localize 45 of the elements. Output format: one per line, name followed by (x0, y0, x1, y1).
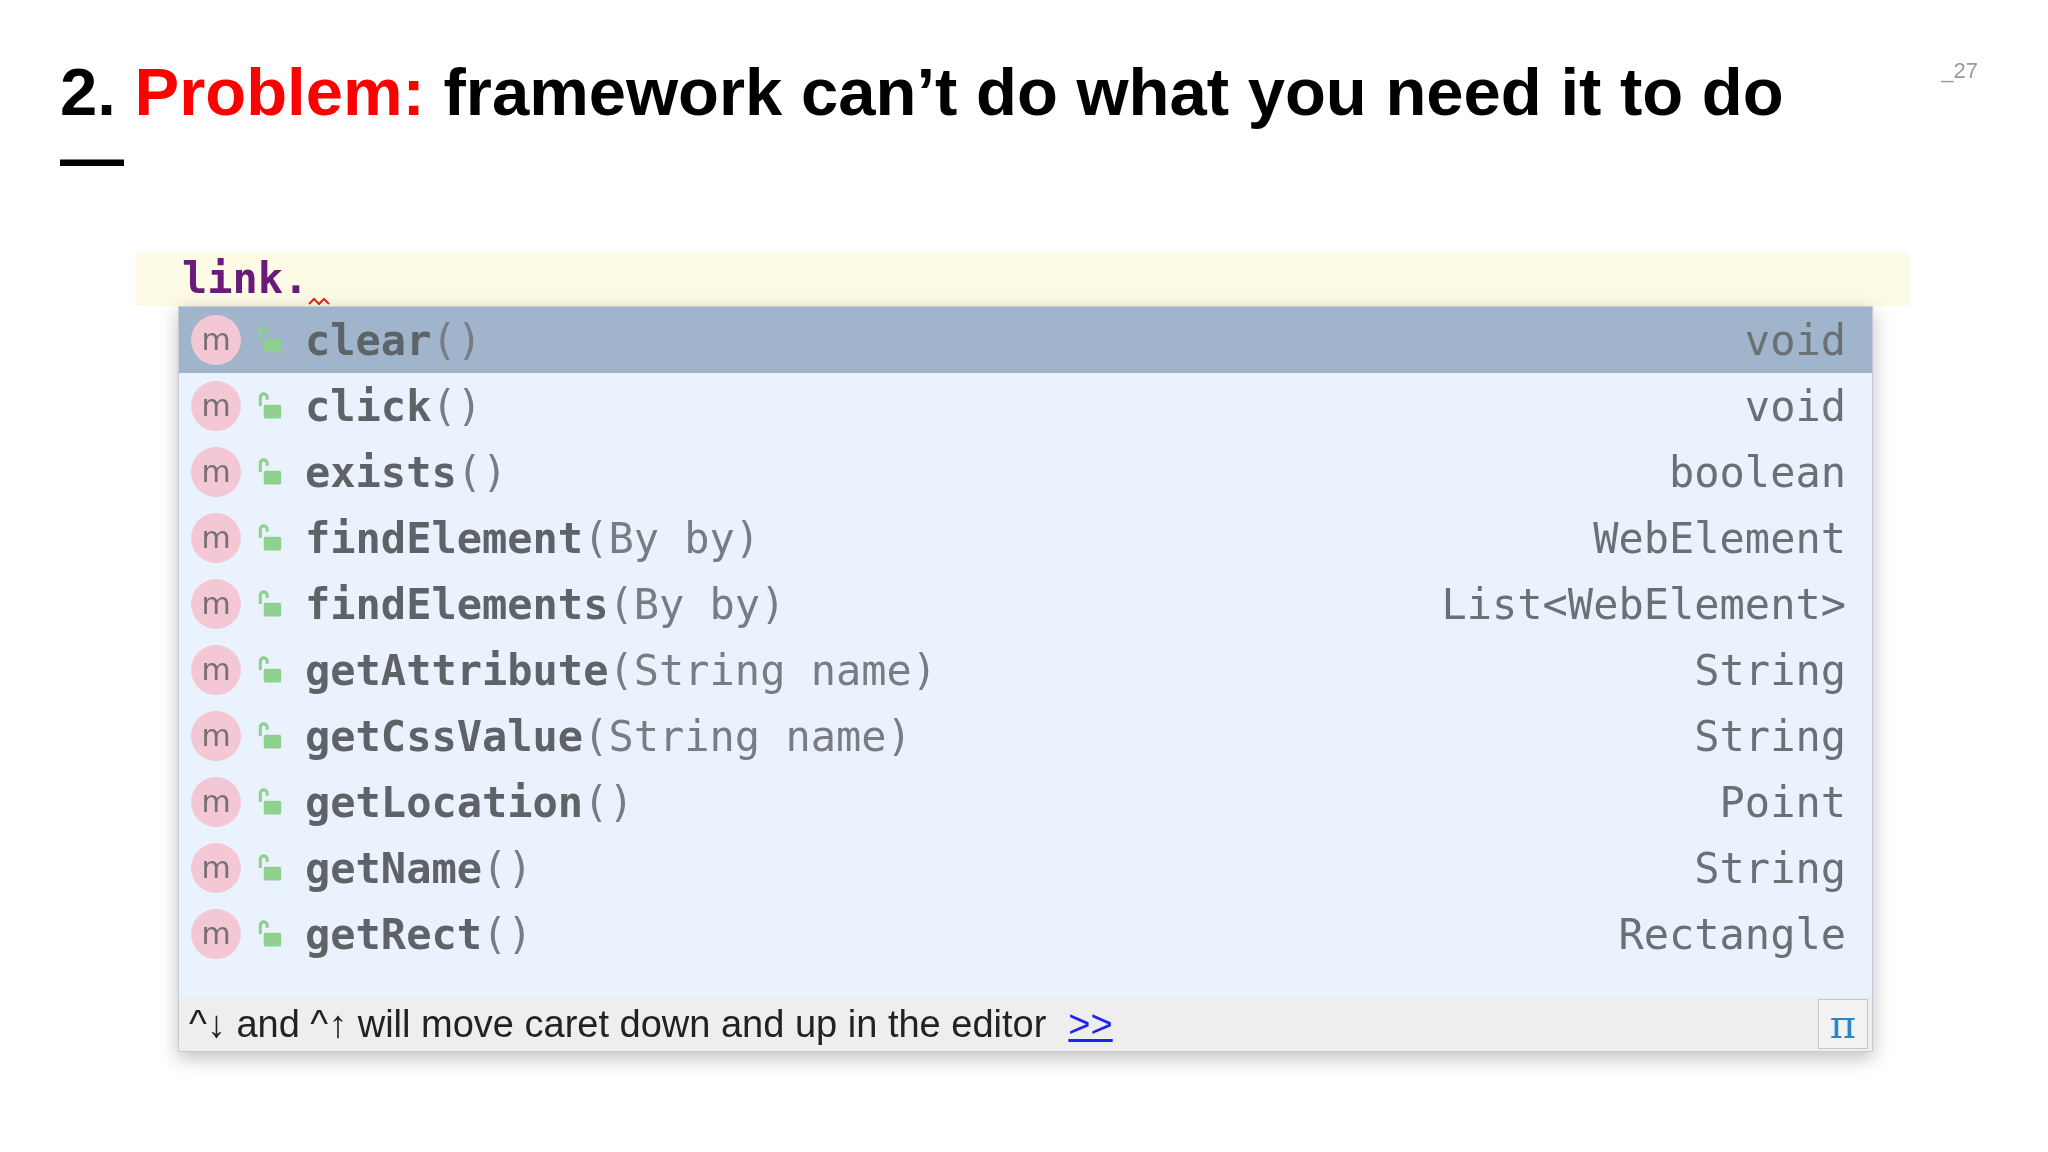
method-icon: m (191, 843, 241, 894)
completion-item[interactable]: m getAttribute(String name) String (179, 637, 1872, 704)
completion-item[interactable]: m findElements(By by) List<WebElement> (179, 571, 1872, 638)
method-signature: clear() (305, 315, 483, 365)
method-signature: getRect() (305, 909, 534, 959)
method-signature: getName() (305, 843, 534, 893)
method-signature: click() (305, 381, 483, 431)
page-number: _27 (1941, 58, 1978, 84)
method-signature: getLocation() (305, 777, 635, 827)
return-type: String (1694, 843, 1846, 893)
return-type: void (1744, 315, 1846, 365)
completion-item[interactable]: m exists() boolean (179, 439, 1872, 506)
method-icon: m (191, 645, 241, 696)
method-signature: findElement(By by) (305, 513, 762, 563)
return-type: Point (1719, 777, 1846, 827)
return-type: void (1744, 381, 1846, 431)
method-icon: m (191, 579, 241, 630)
completion-item[interactable]: m getCssValue(String name) String (179, 703, 1872, 770)
completion-item[interactable]: m click() void (179, 373, 1872, 440)
completion-item[interactable]: m clear() void (179, 307, 1872, 374)
code-text: link. (182, 253, 309, 306)
method-signature: exists() (305, 447, 509, 497)
method-icon: m (191, 381, 241, 432)
return-type: WebElement (1593, 513, 1846, 563)
return-type: String (1694, 711, 1846, 761)
method-signature: findElements(By by) (305, 579, 787, 629)
completion-item[interactable]: m findElement(By by) WebElement (179, 505, 1872, 572)
completion-item[interactable]: m getRect() Rectangle (179, 901, 1872, 968)
return-type: List<WebElement> (1441, 579, 1846, 629)
return-type: Rectangle (1618, 909, 1846, 959)
completion-item[interactable]: m getLocation() Point (179, 769, 1872, 836)
method-icon: m (191, 513, 241, 564)
pi-button[interactable]: π (1818, 999, 1868, 1050)
completion-item[interactable]: m getName() String (179, 835, 1872, 902)
return-type: String (1694, 645, 1846, 695)
return-type: boolean (1669, 447, 1846, 497)
hint-text: ^↓ and ^↑ will move caret down and up in the editor (189, 1002, 1047, 1046)
method-icon: m (191, 315, 241, 366)
method-icon: m (191, 909, 241, 960)
method-icon: m (191, 777, 241, 828)
method-icon: m (191, 447, 241, 498)
method-icon: m (191, 711, 241, 762)
method-signature: getCssValue(String name) (305, 711, 913, 761)
method-signature: getAttribute(String name) (305, 645, 939, 695)
more-link[interactable]: >> (1068, 1002, 1113, 1046)
